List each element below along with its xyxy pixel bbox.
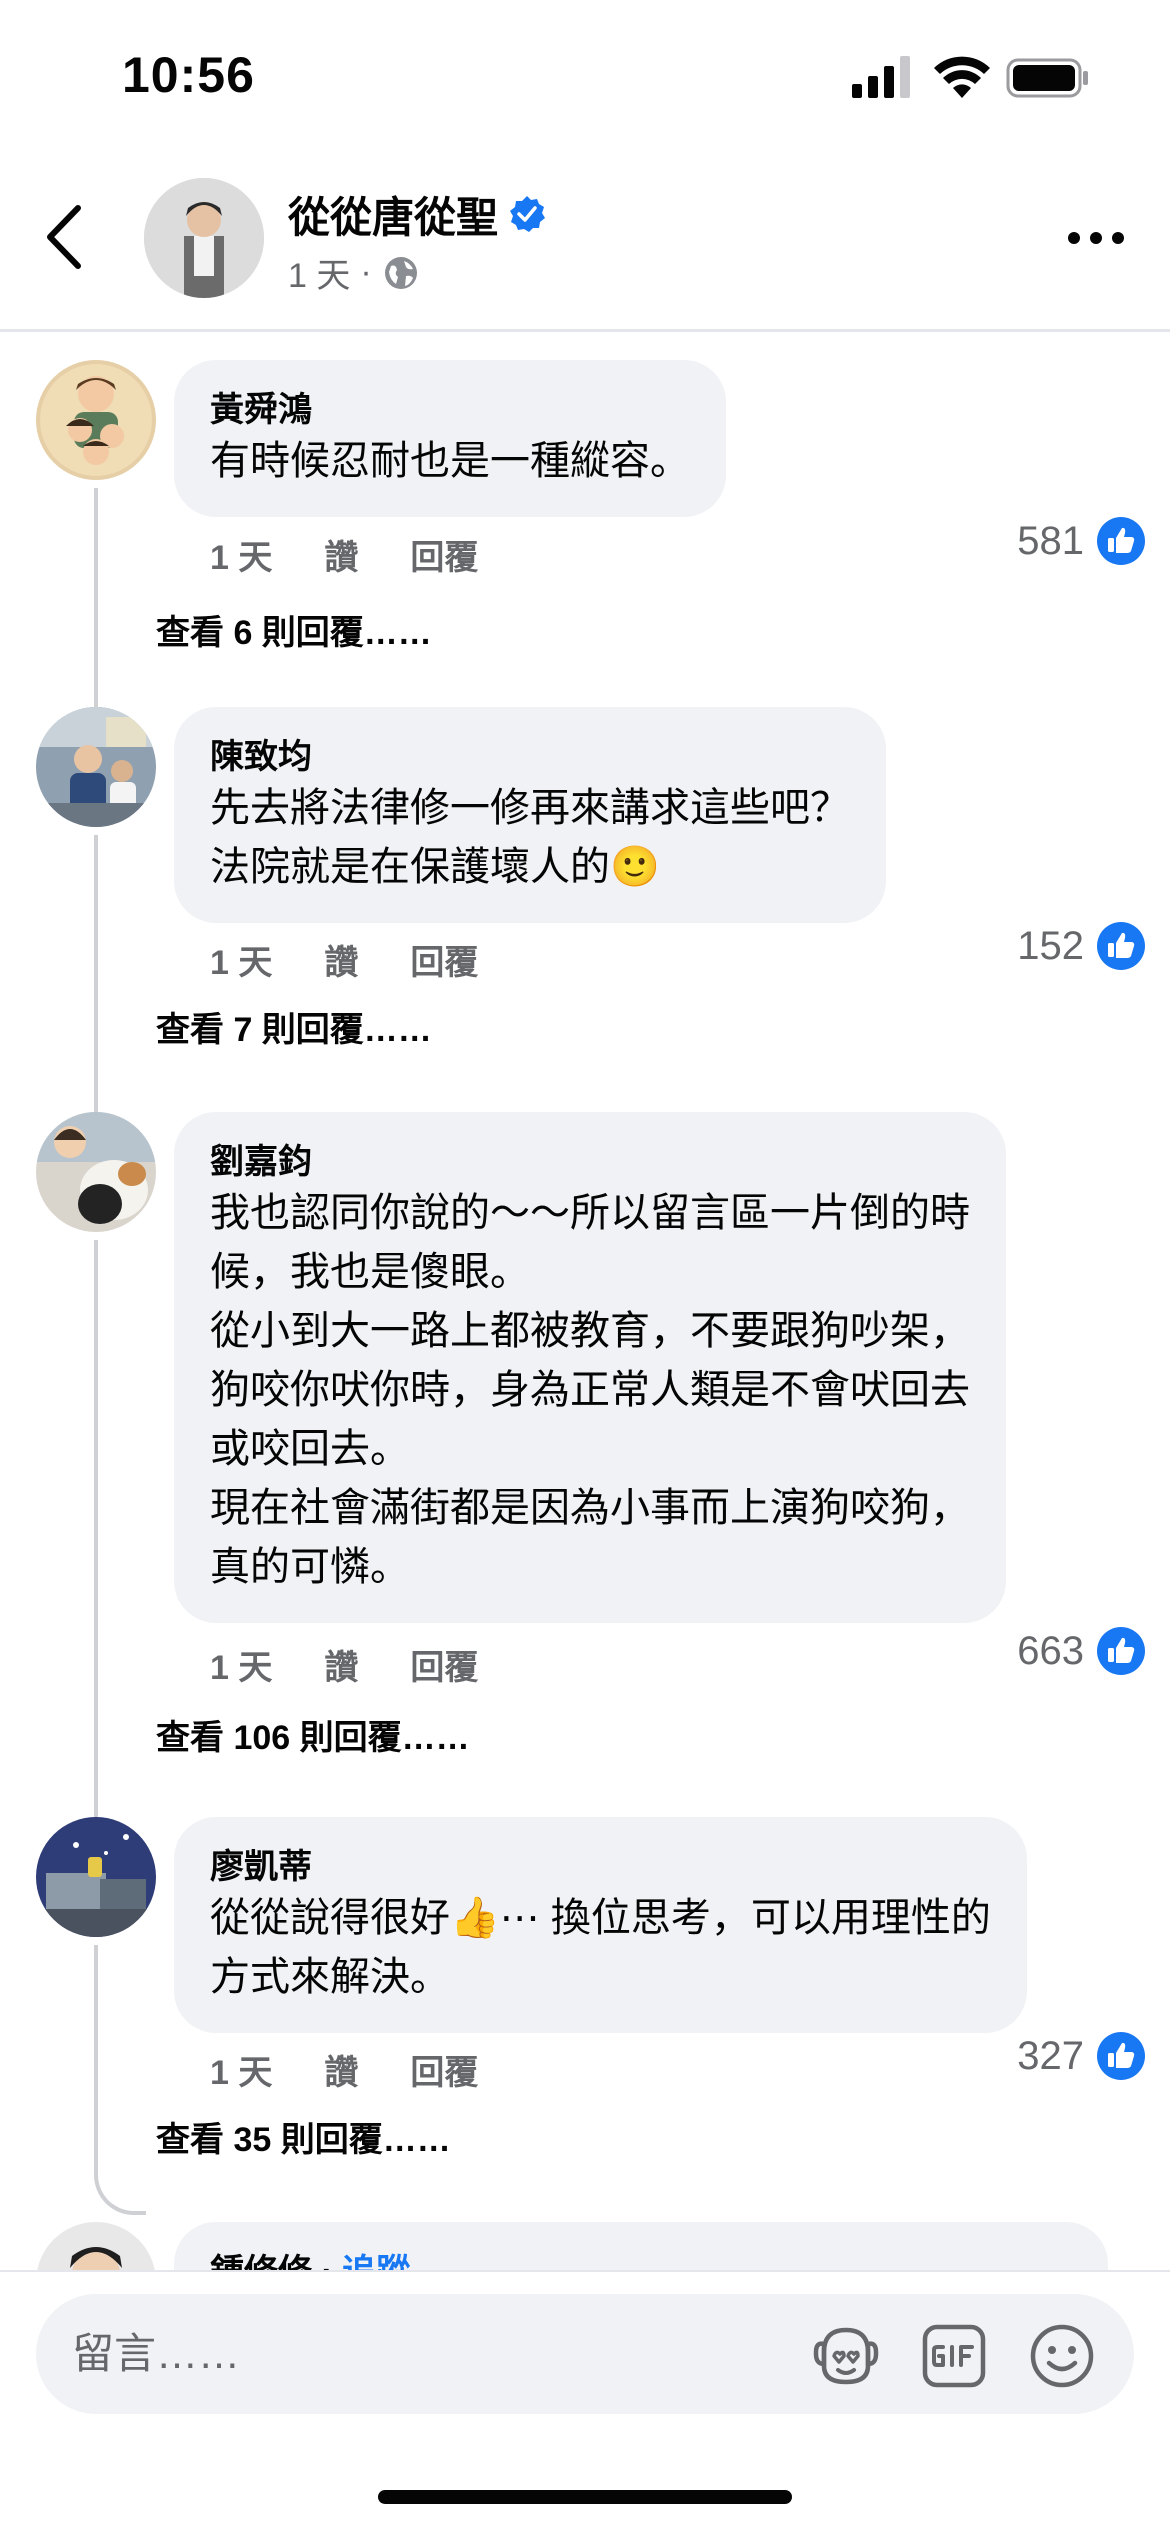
comment-time: 1 天 <box>210 944 273 982</box>
status-bar: 10:56 <box>0 0 1170 150</box>
back-arrow-icon[interactable] <box>42 202 86 272</box>
post-time: 1 天 <box>288 257 351 295</box>
comment-time: 1 天 <box>210 539 273 577</box>
author-name-row: 從從唐從聖 <box>288 188 546 241</box>
comment-actions: 1 天 讚 回覆 <box>210 935 530 984</box>
like-reaction-icon <box>1097 922 1145 970</box>
commenter-avatar[interactable] <box>36 1817 156 1937</box>
comment-author[interactable]: 劉嘉鈞 <box>210 1140 970 1184</box>
verified-badge-icon <box>510 196 546 232</box>
reply-action[interactable]: 回覆 <box>410 530 478 579</box>
comment-actions: 1 天 讚 回覆 <box>210 1640 530 1689</box>
wifi-icon <box>934 56 990 98</box>
commenter-avatar[interactable] <box>36 1112 156 1232</box>
globe-icon <box>384 256 417 289</box>
commenter-avatar[interactable] <box>36 360 156 480</box>
reaction-count: 663 <box>1017 1628 1084 1673</box>
comment-text: 有時候忍耐也是一種縱容。 <box>210 439 690 483</box>
reaction-summary[interactable]: 663 <box>1017 1626 1146 1676</box>
reply-action[interactable]: 回覆 <box>410 935 478 984</box>
reply-thread-line <box>94 1945 146 2215</box>
reply-action[interactable]: 回覆 <box>410 2045 478 2094</box>
gif-icon[interactable] <box>920 2322 988 2390</box>
reaction-count: 152 <box>1017 923 1084 968</box>
meta-separator: · <box>360 253 372 291</box>
comment-time: 1 天 <box>210 2054 273 2092</box>
comment-text: 先去將法律修一修再來講求這些吧？ 法院就是在保護壞人的🙂 <box>210 786 850 889</box>
reaction-summary[interactable]: 152 <box>1017 921 1146 971</box>
comments-list: 黃舜鴻 有時候忍耐也是一種縱容。 1 天 讚 回覆 581 查看 6 則回覆…… <box>0 335 1170 2270</box>
comment-bubble[interactable]: 黃舜鴻 有時候忍耐也是一種縱容。 <box>174 360 726 517</box>
reply-action[interactable]: 回覆 <box>410 1640 478 1689</box>
comment-bubble[interactable]: 陳致均 先去將法律修一修再來講求這些吧？ 法院就是在保護壞人的🙂 <box>174 707 886 923</box>
post-meta: 1 天 · <box>288 248 420 297</box>
battery-icon <box>1006 58 1088 98</box>
status-time: 10:56 <box>122 47 255 103</box>
author-name[interactable]: 從從唐從聖 <box>288 184 498 245</box>
reaction-summary[interactable]: 581 <box>1017 516 1146 566</box>
view-replies-link[interactable]: 查看 106 則回覆…… <box>156 1710 470 1759</box>
author-avatar[interactable] <box>144 178 264 298</box>
comment-author[interactable]: 黃舜鴻 <box>210 388 690 432</box>
like-reaction-icon <box>1097 2032 1145 2080</box>
commenter-avatar[interactable] <box>36 2222 156 2270</box>
view-replies-link[interactable]: 查看 6 則回覆…… <box>156 605 432 654</box>
avatar-sticker-icon[interactable] <box>812 2322 880 2390</box>
emoji-icon[interactable] <box>1028 2322 1096 2390</box>
like-action[interactable]: 讚 <box>324 2045 358 2094</box>
reaction-summary[interactable]: 327 <box>1017 2031 1146 2081</box>
comment-actions: 1 天 讚 回覆 <box>210 530 530 579</box>
reply-thread-line <box>94 835 146 1155</box>
comment-bubble[interactable]: 廖凱蒂 從從說得很好👍⋯ 換位思考，可以用理性的 方式來解決。 <box>174 1817 1027 2033</box>
comment-bubble[interactable]: 劉嘉鈞 我也認同你說的～～所以留言區一片倒的時 候，我也是傻眼。 從小到大一路上… <box>174 1112 1006 1623</box>
view-replies-link[interactable]: 查看 7 則回覆…… <box>156 1002 432 1051</box>
comment-author-row: 鍾修修 · 追蹤 <box>210 2250 1072 2270</box>
home-indicator <box>378 2490 792 2504</box>
comment-bubble[interactable]: 鍾修修 · 追蹤 <box>174 2222 1108 2270</box>
reaction-count: 327 <box>1017 2033 1084 2078</box>
comment-input[interactable] <box>72 2322 772 2386</box>
like-action[interactable]: 讚 <box>324 1640 358 1689</box>
comment-composer <box>36 2294 1134 2414</box>
comment-text: 從從說得很好👍⋯ 換位思考，可以用理性的 方式來解決。 <box>210 1896 991 1999</box>
view-replies-link[interactable]: 查看 35 則回覆…… <box>156 2112 451 2161</box>
follow-button[interactable]: 追蹤 <box>342 2253 410 2270</box>
post-header: 從從唐從聖 1 天 · <box>0 150 1170 332</box>
comment-author[interactable]: 鍾修修 <box>210 2253 312 2270</box>
comment-text: 我也認同你說的～～所以留言區一片倒的時 候，我也是傻眼。 從小到大一路上都被教育… <box>210 1191 970 1589</box>
author-separator: · <box>312 2253 342 2270</box>
like-reaction-icon <box>1097 1627 1145 1675</box>
like-action[interactable]: 讚 <box>324 530 358 579</box>
comment-author[interactable]: 廖凱蒂 <box>210 1845 991 1889</box>
reaction-count: 581 <box>1017 518 1084 563</box>
comment-actions: 1 天 讚 回覆 <box>210 2045 530 2094</box>
comment-author[interactable]: 陳致均 <box>210 735 850 779</box>
more-options-icon[interactable] <box>1066 226 1126 250</box>
comment-time: 1 天 <box>210 1649 273 1687</box>
like-reaction-icon <box>1097 517 1145 565</box>
like-action[interactable]: 讚 <box>324 935 358 984</box>
commenter-avatar[interactable] <box>36 707 156 827</box>
cellular-signal-icon <box>852 56 910 98</box>
reply-thread-line <box>94 1240 146 1866</box>
